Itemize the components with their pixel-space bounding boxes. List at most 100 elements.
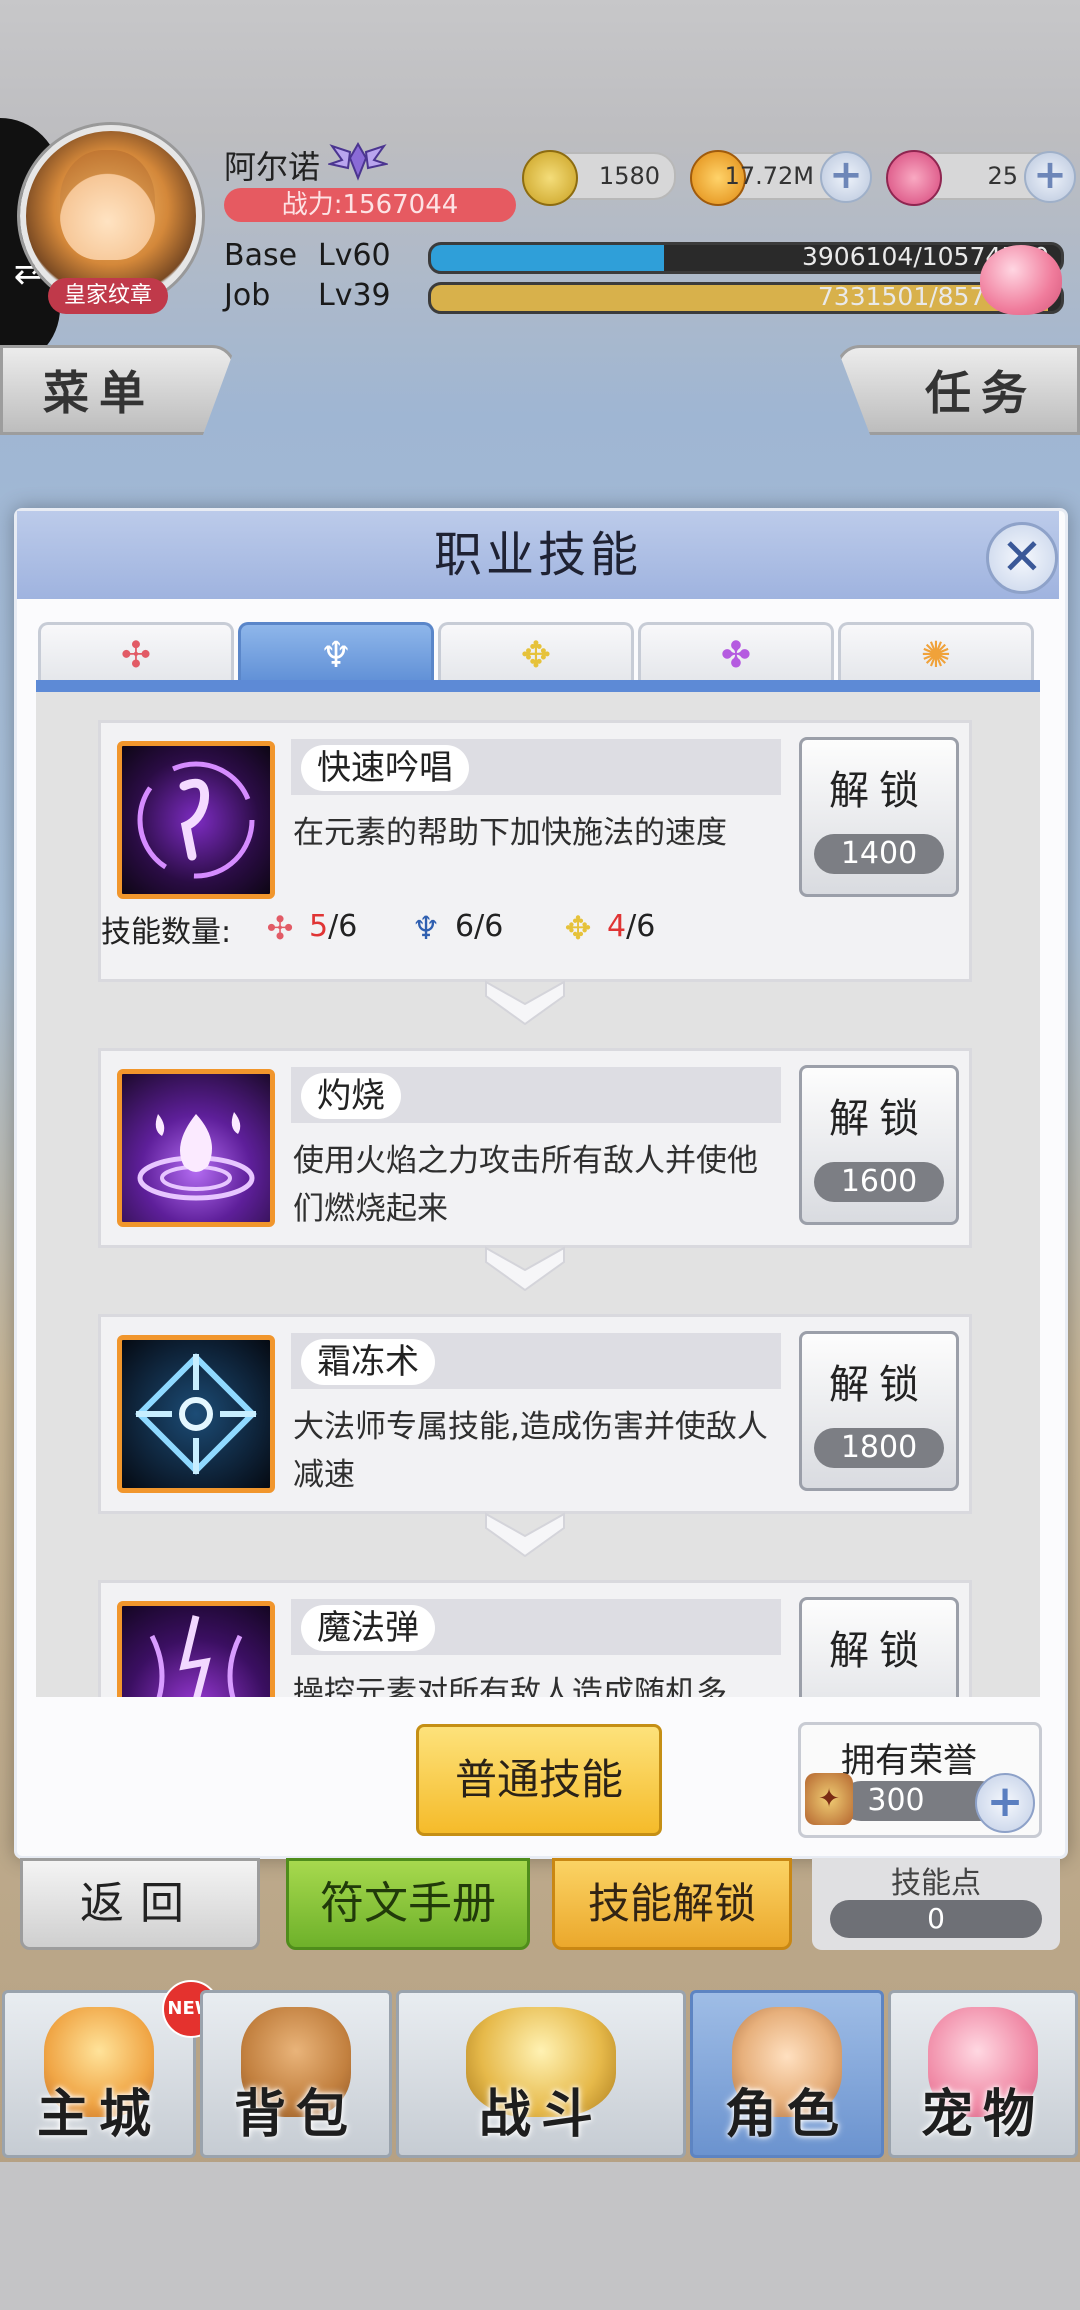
yellow-count-have: 4 — [607, 909, 627, 944]
normal-skills-button[interactable]: 普通技能 — [416, 1724, 662, 1836]
nav-label: 宠物 — [920, 2085, 1045, 2145]
skill-points-box: 技能点 0 — [812, 1858, 1060, 1950]
honor-medal-icon: ✦ — [805, 1773, 853, 1825]
skill-card: 魔法弹 操控元素对所有敌人造成随机多 解锁 — [98, 1580, 972, 1697]
red-emblem-icon: ✣ — [120, 635, 152, 676]
bottom-empty-area — [0, 2162, 1080, 2310]
skill-description: 操控元素对所有敌人造成随机多 — [293, 1675, 727, 1697]
gold-counter: 17.72M + — [690, 150, 872, 206]
skill-name: 魔法弹 — [301, 1605, 435, 1651]
job-exp-bar: 7331501/8570000 — [428, 282, 1064, 314]
pet-poring-icon[interactable] — [980, 245, 1062, 315]
skill-points-value: 0 — [830, 1900, 1042, 1938]
blue-count-total: /6 — [474, 909, 504, 944]
skill-card: 霜冻术 大法师专属技能,造成伤害并使敌人减速 解锁 1800 — [98, 1314, 972, 1514]
nav-label: 角色 — [724, 2085, 849, 2145]
purple-emblem-icon: ✤ — [720, 635, 752, 676]
base-exp-fill — [431, 245, 665, 271]
player-name: 阿尔诺 — [224, 148, 321, 186]
nav-label: 背包 — [233, 2085, 358, 2145]
skill-description: 在元素的帮助下加快施法的速度 — [293, 815, 727, 851]
gem-icon — [886, 150, 942, 206]
gem-value: 25 — [987, 162, 1018, 190]
honor-box: 拥有荣誉 300 ✦ + — [798, 1722, 1042, 1838]
nav-pet[interactable]: 宠物 — [888, 1990, 1078, 2158]
avatar-face — [60, 150, 155, 260]
gold-value: 17.72M — [724, 162, 814, 190]
honor-title: 拥有荣誉 — [841, 1741, 977, 1781]
quick-cast-glyph — [137, 761, 255, 879]
nav-label: 主城 — [36, 2085, 161, 2145]
base-label: Base — [224, 238, 298, 273]
burn-flame-glyph — [137, 1112, 255, 1201]
unlock-button[interactable]: 解锁 1600 — [799, 1065, 959, 1225]
yellow-emblem-icon: ✥ — [520, 635, 552, 676]
zeny-counter: 1580 — [522, 150, 676, 206]
blue-count: 6/6 — [455, 909, 503, 944]
frost-glyph — [135, 1353, 257, 1475]
base-level: Lv60 — [318, 238, 391, 273]
unlock-cost: 1600 — [814, 1162, 944, 1202]
orange-swirl-icon: ✺ — [920, 635, 952, 676]
gem-counter: 25 + — [886, 150, 1076, 206]
frost-skill-icon — [117, 1335, 275, 1493]
yellow-count-total: /6 — [626, 909, 656, 944]
chevron-down-icon — [485, 980, 565, 1026]
red-count-have: 5 — [309, 909, 329, 944]
unlock-button[interactable]: 解锁 — [799, 1597, 959, 1697]
skill-count-label: 技能数量: — [101, 915, 232, 950]
nav-label: 战斗 — [478, 2085, 603, 2145]
yellow-emblem-icon: ✥ — [564, 909, 592, 947]
nav-backpack[interactable]: 背包 — [200, 1990, 392, 2158]
zeny-value: 1580 — [598, 162, 660, 190]
tab-blue-trident[interactable]: ♆ — [238, 622, 434, 684]
burn-skill-icon — [117, 1069, 275, 1227]
combat-power: 战力:1567044 — [224, 188, 516, 222]
add-gem-button[interactable]: + — [1024, 151, 1076, 203]
skill-name: 霜冻术 — [301, 1339, 435, 1385]
magic-bolt-glyph — [149, 1615, 243, 1697]
base-exp-bar: 3906104/10574560 — [428, 242, 1064, 274]
unlock-cost: 1800 — [814, 1428, 944, 1468]
skill-list[interactable]: 快速吟唱 在元素的帮助下加快施法的速度 解锁 1400 技能数量: ✣ 5/6 … — [36, 692, 1040, 1697]
skill-name: 灼烧 — [301, 1073, 401, 1119]
skill-unlock-button[interactable]: 技能解锁 — [552, 1858, 792, 1950]
tab-underline — [36, 680, 1040, 692]
red-count: 5/6 — [309, 909, 357, 944]
unlock-label: 解锁 — [829, 1628, 929, 1674]
honor-value: 300 — [867, 1783, 925, 1818]
back-button[interactable]: 返回 — [20, 1858, 260, 1950]
chevron-down-icon — [485, 1246, 565, 1292]
blue-trident-icon: ♆ — [319, 635, 353, 676]
nav-character[interactable]: 角色 — [690, 1990, 884, 2158]
dialog-title: 职业技能 — [433, 527, 642, 583]
tab-purple-emblem[interactable]: ✤ — [638, 622, 834, 684]
rank-wings-icon — [328, 141, 388, 181]
skill-points-label: 技能点 — [891, 1866, 981, 1901]
skill-card: 灼烧 使用火焰之力攻击所有敌人并使他们燃烧起来 解锁 1600 — [98, 1048, 972, 1248]
menu-button[interactable]: 菜单 — [0, 345, 236, 435]
job-label: Job — [224, 278, 271, 313]
unlock-cost: 1400 — [814, 834, 944, 874]
quick-cast-skill-icon — [117, 741, 275, 899]
rune-handbook-button[interactable]: 符文手册 — [286, 1858, 530, 1950]
yellow-count: 4/6 — [607, 909, 655, 944]
unlock-button[interactable]: 解锁 1400 — [799, 737, 959, 897]
skill-card: 快速吟唱 在元素的帮助下加快施法的速度 解锁 1400 技能数量: ✣ 5/6 … — [98, 720, 972, 982]
unlock-button[interactable]: 解锁 1800 — [799, 1331, 959, 1491]
chevron-down-icon — [485, 1512, 565, 1558]
task-button[interactable]: 任务 — [836, 345, 1080, 435]
unlock-label: 解锁 — [829, 1096, 929, 1142]
close-icon[interactable]: ✕ — [986, 522, 1058, 594]
red-emblem-icon: ✣ — [266, 909, 294, 947]
nav-battle[interactable]: 战斗 — [396, 1990, 686, 2158]
royal-badge[interactable]: 皇家纹章 — [48, 278, 168, 314]
tab-red-emblem[interactable]: ✣ — [38, 622, 234, 684]
tab-yellow-emblem[interactable]: ✥ — [438, 622, 634, 684]
skill-name: 快速吟唱 — [301, 745, 469, 791]
add-gold-button[interactable]: + — [820, 151, 872, 203]
tab-orange-swirl[interactable]: ✺ — [838, 622, 1034, 684]
add-honor-button[interactable]: + — [975, 1773, 1035, 1833]
skill-description: 使用火焰之力攻击所有敌人并使他们燃烧起来 — [293, 1143, 758, 1227]
unlock-label: 解锁 — [829, 768, 929, 814]
